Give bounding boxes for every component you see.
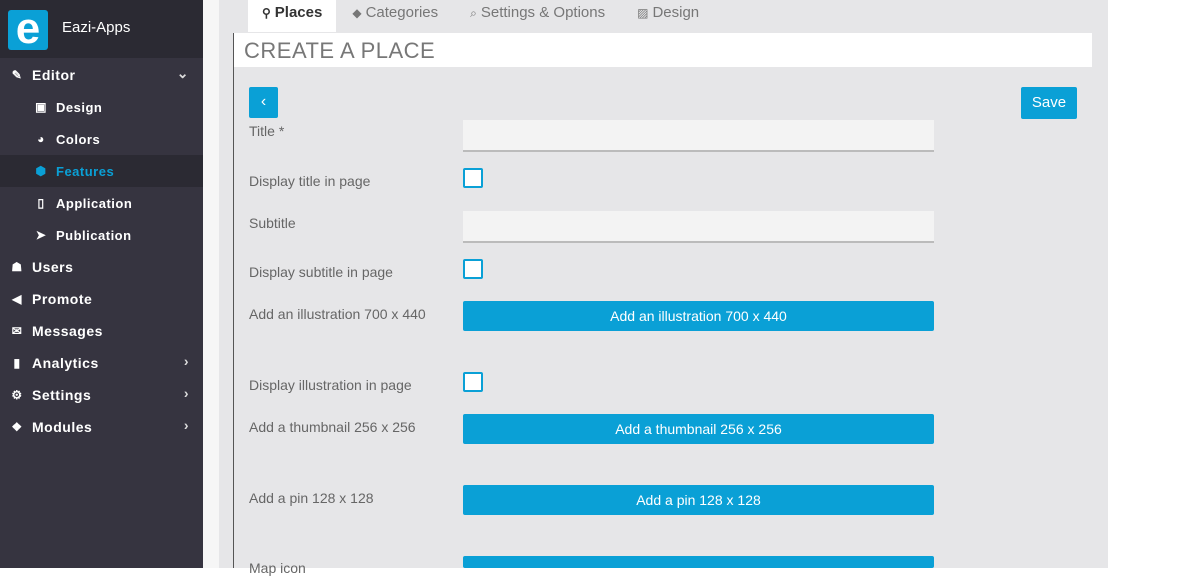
tab-categories[interactable]: ◆ Categories (336, 0, 454, 32)
palette-icon: ◕ (37, 132, 45, 146)
users-icon: ☗ (11, 260, 23, 274)
sidebar-item-label: Modules (32, 419, 93, 435)
sidebar-item-label: Application (56, 195, 133, 211)
sidebar-item-label: Settings (32, 387, 92, 403)
illustration-label: Add an illustration 700 x 440 (249, 306, 426, 322)
sidebar-item-promote[interactable]: ◀ Promote (0, 283, 203, 315)
search-icon: ⌕ (470, 6, 477, 20)
picture-icon: ▨ (637, 6, 649, 20)
app-logo[interactable]: e (8, 5, 48, 53)
sidebar-item-features[interactable]: ⬢ Features (0, 155, 203, 187)
display-subtitle-label: Display subtitle in page (249, 264, 393, 280)
paper-plane-icon: ➤ (35, 228, 47, 242)
back-button[interactable]: ‹ (249, 87, 278, 118)
megaphone-icon: ◀ (12, 292, 22, 306)
subtitle-label: Subtitle (249, 215, 296, 231)
chevron-down-icon: ⌄ (176, 65, 189, 81)
sidebar-item-label: Users (32, 259, 74, 275)
sidebar-item-label: Messages (32, 323, 103, 339)
sidebar-item-settings[interactable]: ⚙ Settings › (0, 379, 203, 411)
sidebar-item-label: Promote (32, 291, 93, 307)
tab-label: Settings & Options (480, 4, 606, 21)
sidebar-item-modules[interactable]: ❖ Modules › (0, 411, 203, 443)
sidebar-item-label: Colors (56, 131, 101, 147)
gears-icon: ⚙ (11, 388, 23, 402)
tab-label: Categories (365, 4, 439, 21)
add-thumbnail-button[interactable]: Add a thumbnail 256 x 256 (463, 414, 934, 444)
sidebar-item-label: Analytics (32, 355, 99, 371)
title-label: Title * (249, 123, 285, 139)
display-title-checkbox[interactable] (463, 168, 483, 188)
tab-places[interactable]: ⚲ Places (248, 0, 337, 32)
sidebar-item-design[interactable]: ▣ Design (0, 91, 203, 123)
tags-icon: ◆ (352, 6, 362, 20)
sidebar-item-label: Editor (32, 67, 76, 83)
map-marker-icon: ⚲ (262, 6, 271, 20)
pencil-icon: ✎ (11, 68, 23, 82)
sidebar-item-messages[interactable]: ✉ Messages (0, 315, 203, 347)
brand: e Eazi-Apps (0, 0, 203, 58)
add-pin-button[interactable]: Add a pin 128 x 128 (463, 485, 934, 515)
content-border (233, 33, 234, 568)
chevron-right-icon: › (183, 385, 189, 401)
chevron-right-icon: › (183, 353, 189, 369)
sidebar-item-publication[interactable]: ➤ Publication (0, 219, 203, 251)
display-title-label: Display title in page (249, 173, 371, 189)
map-icon-selector[interactable] (463, 556, 934, 568)
cubes-icon: ❖ (11, 420, 23, 434)
sidebar-item-analytics[interactable]: ▮ Analytics › (0, 347, 203, 379)
title-input[interactable] (463, 120, 934, 152)
main-panel (219, 0, 1108, 568)
tab-label: Places (274, 4, 323, 21)
envelope-icon: ✉ (11, 324, 23, 338)
page-title: CREATE A PLACE (244, 38, 436, 63)
tab-settings-options[interactable]: ⌕ Settings & Options (454, 0, 621, 32)
sidebar-item-application[interactable]: ▯ Application (0, 187, 203, 219)
page-header: CREATE A PLACE (234, 33, 1092, 67)
chevron-right-icon: › (183, 417, 189, 433)
sidebar-item-users[interactable]: ☗ Users (0, 251, 203, 283)
thumbnail-label: Add a thumbnail 256 x 256 (249, 419, 416, 435)
save-button[interactable]: Save (1021, 87, 1077, 119)
sidebar-item-colors[interactable]: ◕ Colors (0, 123, 203, 155)
logo-letter: e (15, 4, 41, 53)
display-illustration-label: Display illustration in page (249, 377, 412, 393)
map-icon-label: Map icon (249, 560, 306, 576)
display-subtitle-checkbox[interactable] (463, 259, 483, 279)
sidebar-item-label: Design (56, 99, 103, 115)
tab-label: Design (652, 4, 700, 21)
sidebar-item-editor[interactable]: ✎ Editor ⌄ (0, 59, 203, 91)
tab-bar: ⚲ Places ◆ Categories ⌕ Settings & Options … (248, 0, 715, 32)
add-illustration-button[interactable]: Add an illustration 700 x 440 (463, 301, 934, 331)
cube-icon: ⬢ (35, 164, 47, 178)
tab-design[interactable]: ▨ Design (621, 0, 715, 32)
picture-icon: ▣ (35, 100, 47, 114)
chevron-left-icon: ‹ (260, 93, 267, 110)
sidebar-item-label: Features (56, 163, 115, 179)
subtitle-input[interactable] (463, 211, 934, 243)
app-name: Eazi-Apps (62, 19, 131, 36)
pin-label: Add a pin 128 x 128 (249, 490, 374, 506)
mobile-icon: ▯ (37, 196, 45, 210)
gutter (203, 0, 219, 568)
bar-chart-icon: ▮ (13, 356, 21, 370)
display-illustration-checkbox[interactable] (463, 372, 483, 392)
sidebar-item-label: Publication (56, 227, 132, 243)
sidebar: e Eazi-Apps ✎ Editor ⌄ ▣ Design ◕ Colors… (0, 0, 203, 568)
